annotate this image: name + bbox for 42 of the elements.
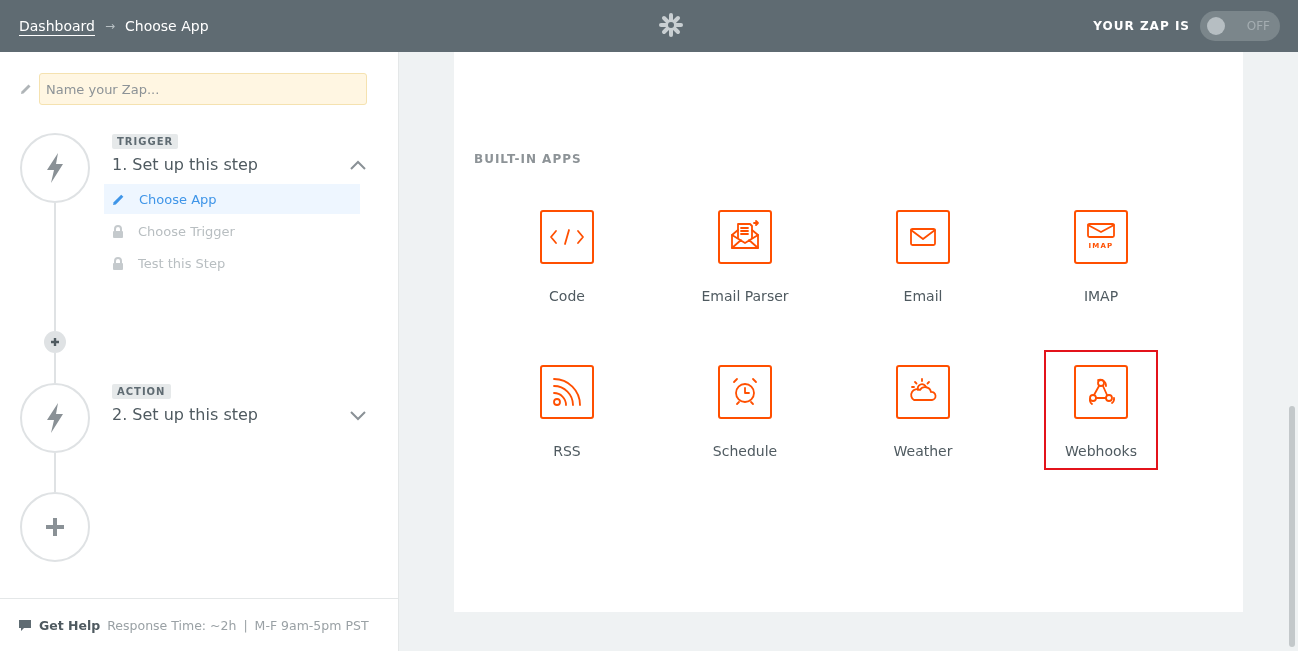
app-tile[interactable]: Email bbox=[866, 195, 980, 315]
code-brackets-icon bbox=[540, 210, 594, 264]
step-type-badge: ACTION bbox=[112, 384, 171, 399]
app-tile[interactable]: Weather bbox=[866, 350, 980, 470]
breadcrumb-separator: → bbox=[104, 19, 116, 33]
chevron-down-icon bbox=[349, 408, 367, 421]
app-tile[interactable]: Code bbox=[510, 195, 624, 315]
section-title: BUILT-IN APPS bbox=[474, 152, 583, 166]
scrollbar-thumb[interactable] bbox=[1289, 406, 1295, 647]
asterisk-logo-icon bbox=[659, 13, 683, 37]
support-hours-text: M-F 9am-5pm PST bbox=[254, 617, 369, 633]
chat-bubble-icon bbox=[18, 618, 32, 632]
lock-icon bbox=[112, 224, 124, 238]
app-tile[interactable]: RSS bbox=[510, 350, 624, 470]
app-tile[interactable]: Schedule bbox=[688, 350, 802, 470]
envelope-document-icon bbox=[718, 210, 772, 264]
pencil-icon bbox=[112, 192, 125, 206]
plus-icon bbox=[50, 336, 60, 347]
envelope-icon bbox=[896, 210, 950, 264]
chevron-up-icon bbox=[349, 158, 367, 171]
add-step-button[interactable] bbox=[44, 330, 66, 353]
app-tile[interactable]: Email Parser bbox=[688, 195, 802, 315]
get-help-link[interactable]: Get Help bbox=[39, 617, 101, 633]
sun-cloud-icon bbox=[896, 365, 950, 419]
app-tile[interactable]: Webhooks bbox=[1044, 350, 1158, 470]
zap-status-label: YOUR ZAP IS bbox=[1093, 19, 1190, 33]
breadcrumb-current: Choose App bbox=[125, 18, 209, 34]
breadcrumb-link[interactable]: Dashboard bbox=[19, 16, 95, 36]
plus-icon bbox=[44, 516, 66, 538]
lock-icon bbox=[112, 256, 124, 270]
footer-divider: | bbox=[243, 617, 248, 633]
step-header[interactable]: 1. Set up this step bbox=[112, 155, 367, 174]
zap-name-field[interactable]: Name your Zap... bbox=[39, 73, 367, 105]
step-type-badge: TRIGGER bbox=[112, 134, 179, 149]
alarm-clock-icon bbox=[718, 365, 772, 419]
webhook-icon bbox=[1074, 365, 1128, 419]
step-header[interactable]: 2. Set up this step bbox=[112, 405, 367, 424]
rss-icon bbox=[540, 365, 594, 419]
response-time-text: Response Time: ~2h bbox=[107, 617, 237, 633]
lightning-bolt-icon bbox=[44, 402, 66, 434]
pencil-icon bbox=[20, 83, 32, 95]
lightning-bolt-icon bbox=[44, 152, 66, 184]
